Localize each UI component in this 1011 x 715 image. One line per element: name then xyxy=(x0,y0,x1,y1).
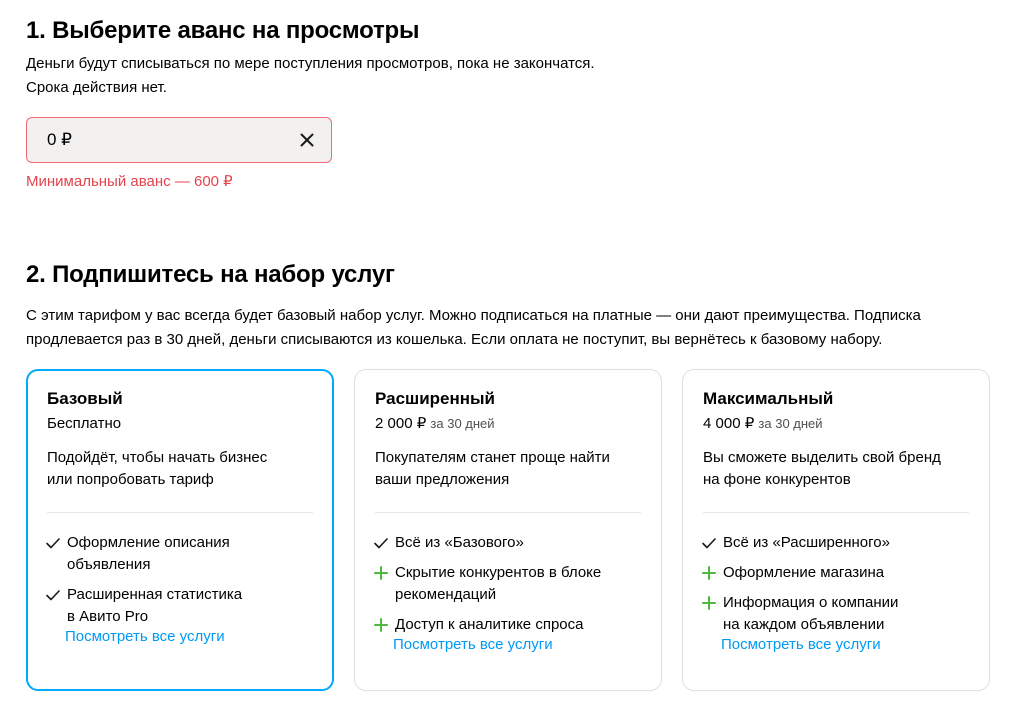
plan-description-line: Покупателям станет проще найти xyxy=(375,449,610,466)
plan-feature: Всё из «Базового» xyxy=(374,532,635,554)
plan-card-maximum[interactable]: Максимальный 4 000 ₽ за 30 дней Вы сможете… xyxy=(682,369,990,691)
plan-feature-line: Доступ к аналитике спроса xyxy=(395,616,584,633)
plan-feature: Расширенная статистика в Авито Pro xyxy=(46,584,307,628)
plan-description-line: на фоне конкурентов xyxy=(703,471,851,488)
plan-price-value: 4 000 ₽ xyxy=(703,415,755,432)
plan-feature-line: Всё из «Расширенного» xyxy=(723,534,890,551)
plan-card-basic[interactable]: Базовый Бесплатно Подойдёт, чтобы начать б… xyxy=(26,369,334,691)
plan-card-extended[interactable]: Расширенный 2 000 ₽ за 30 дней Покупателям… xyxy=(354,369,662,691)
check-icon xyxy=(46,538,60,549)
advance-description-line: Деньги будут списываться по мере поступл… xyxy=(26,55,595,72)
plus-icon xyxy=(374,566,388,580)
plan-divider xyxy=(703,512,969,513)
plan-feature-line: Расширенная статистика xyxy=(67,586,243,603)
plan-feature-line: объявления xyxy=(67,556,151,573)
plan-feature-line: рекомендаций xyxy=(395,586,497,603)
plan-feature: Скрытие конкурентов в блоке рекомендаций xyxy=(374,562,635,606)
subscription-description-line: С этим тарифом у вас всегда будет базовы… xyxy=(26,307,921,324)
close-icon xyxy=(300,133,314,147)
plan-title: Максимальный xyxy=(703,389,834,408)
check-icon xyxy=(374,538,388,549)
view-all-services-link[interactable]: Посмотреть все услуги xyxy=(393,634,553,656)
plan-description-line: или попробовать тариф xyxy=(47,471,214,488)
view-all-services-link[interactable]: Посмотреть все услуги xyxy=(65,626,225,648)
plan-feature-line: Всё из «Базового» xyxy=(395,534,524,551)
plan-title: Расширенный xyxy=(375,389,495,408)
plus-icon xyxy=(702,566,716,580)
plan-price: Бесплатно xyxy=(47,413,121,435)
plan-price-period: за 30 дней xyxy=(430,416,495,431)
plan-feature: Всё из «Расширенного» xyxy=(702,532,963,554)
plan-description-line: Вы сможете выделить свой бренд xyxy=(703,449,941,466)
plan-description-line: Подойдёт, чтобы начать бизнес xyxy=(47,449,268,466)
plan-feature-line: в Авито Pro xyxy=(67,608,149,625)
view-all-services-link[interactable]: Посмотреть все услуги xyxy=(721,634,881,656)
plan-price-period: за 30 дней xyxy=(758,416,823,431)
plan-description: Покупателям станет проще найти ваши предл… xyxy=(375,447,637,491)
plan-feature: Оформление магазина xyxy=(702,562,963,584)
advance-amount-input[interactable] xyxy=(27,118,297,162)
plan-price: 4 000 ₽ за 30 дней xyxy=(703,413,823,435)
plan-feature-line: Оформление описания xyxy=(67,534,230,551)
clear-input-button[interactable] xyxy=(297,130,317,150)
plan-feature-line: на каждом объявлении xyxy=(723,616,885,633)
plan-description-line: ваши предложения xyxy=(375,471,510,488)
plan-feature-line: Оформление магазина xyxy=(723,564,885,581)
plan-feature-line: Информация о компании xyxy=(723,594,899,611)
plus-icon xyxy=(374,618,388,632)
plan-price: 2 000 ₽ за 30 дней xyxy=(375,413,495,435)
plan-feature: Оформление описания объявления xyxy=(46,532,307,576)
subscription-section-title: 2. Подпишитесь на набор услуг xyxy=(26,261,395,288)
advance-section-title: 1. Выберите аванс на просмотры xyxy=(26,17,420,44)
plan-feature-line: Скрытие конкурентов в блоке xyxy=(395,564,602,581)
plus-icon xyxy=(702,596,716,610)
advance-error-message: Минимальный аванс — 600 ₽ xyxy=(26,173,233,190)
plan-divider xyxy=(375,512,641,513)
plan-divider xyxy=(47,512,313,513)
plan-description: Вы сможете выделить свой бренд на фоне ко… xyxy=(703,447,965,491)
advance-description-line: Срока действия нет. xyxy=(26,79,167,96)
plan-title: Базовый xyxy=(47,389,123,408)
advance-amount-field[interactable] xyxy=(26,117,332,163)
plan-price-value: Бесплатно xyxy=(47,415,122,432)
plan-feature: Доступ к аналитике спроса xyxy=(374,614,635,636)
check-icon xyxy=(46,590,60,601)
advance-section-description: Деньги будут списываться по мере поступл… xyxy=(26,52,595,100)
plan-description: Подойдёт, чтобы начать бизнес или попробо… xyxy=(47,447,309,491)
subscription-description-line: продлевается раз в 30 дней, деньги списы… xyxy=(26,331,883,348)
plan-feature: Информация о компании на каждом объявлени… xyxy=(702,592,963,636)
subscription-section-description: С этим тарифом у вас всегда будет базовы… xyxy=(26,304,986,352)
check-icon xyxy=(702,538,716,549)
plan-price-value: 2 000 ₽ xyxy=(375,415,427,432)
